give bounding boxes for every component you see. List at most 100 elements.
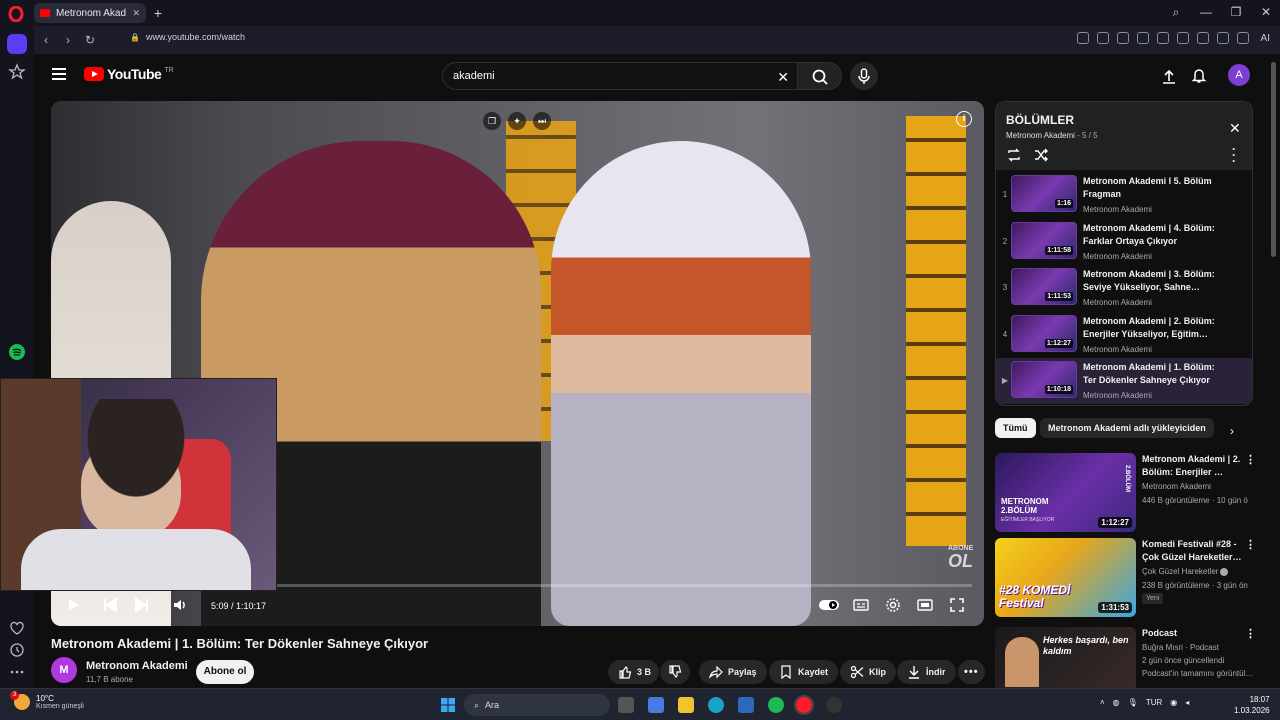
wifi-icon[interactable]: ◉ (1170, 698, 1177, 707)
playlist-item[interactable]: 4 1:12:27 Metronom Akademi | 2. Bölüm: Ene… (996, 312, 1252, 358)
aria-ai-button[interactable]: AI (1257, 33, 1270, 44)
widgets-icon[interactable] (648, 697, 664, 713)
notifications-bell-icon[interactable] (1190, 66, 1208, 84)
play-icon[interactable] (1136, 32, 1149, 44)
voice-search-button[interactable] (850, 62, 878, 90)
search-button[interactable] (798, 62, 842, 90)
like-button[interactable]: 3 B (608, 660, 660, 684)
reload-icon[interactable]: ↻ (82, 32, 98, 48)
download-button[interactable]: İndir (897, 660, 956, 684)
star-icon[interactable] (7, 62, 27, 82)
volume-icon[interactable] (172, 597, 188, 613)
play-icon[interactable] (65, 597, 81, 613)
download-icon[interactable] (1176, 32, 1189, 44)
playlist-item-thumbnail[interactable]: 1:11:58 (1011, 221, 1077, 259)
recommendation-thumbnail[interactable]: #28 KOMEDİ Festival 1:31:53 (995, 538, 1136, 617)
channel-name[interactable]: Metronom Akademi (86, 660, 188, 672)
recommendation-more-icon[interactable]: ⋮ (1245, 627, 1255, 640)
next-icon[interactable] (134, 597, 150, 613)
miniplayer-icon[interactable]: ❐ (483, 112, 501, 130)
url-field[interactable]: 🔒 www.youtube.com/watch (130, 32, 245, 42)
recommendation-title[interactable]: Podcast (1142, 627, 1242, 640)
settings-gear-icon[interactable] (885, 597, 901, 613)
ask-ai-icon[interactable]: ✦ (508, 112, 526, 130)
store-icon[interactable] (738, 697, 754, 713)
recommendation-more-icon[interactable]: ⋮ (1245, 453, 1256, 466)
recommendation-item[interactable]: Herkes başardı, ben kaldım Podcast Buğra… (995, 627, 1255, 688)
close-window-icon[interactable]: ✕ (1258, 4, 1274, 20)
playlist-item-thumbnail[interactable]: 1:16 (1011, 175, 1077, 212)
playlist-item-title[interactable]: Metronom Akademi l 5. Bölüm Fragman (1083, 175, 1223, 201)
playlist-item-thumbnail[interactable]: 1:12:27 (1011, 314, 1077, 352)
minimize-icon[interactable]: — (1198, 4, 1214, 20)
info-icon[interactable]: i (956, 111, 972, 127)
fullscreen-icon[interactable] (949, 597, 965, 613)
tray-chevron-icon[interactable]: ˄ (1100, 698, 1105, 707)
dislike-button[interactable] (660, 660, 690, 684)
playlist-item-title[interactable]: Metronom Akademi | 1. Bölüm: Ter Dökenle… (1083, 361, 1223, 387)
opera-logo-icon[interactable] (8, 6, 24, 22)
save-button[interactable]: Kaydet (769, 660, 839, 684)
chip-uploader[interactable]: Metronom Akademi adlı yükleyiciden (1040, 418, 1214, 438)
playlist-item-thumbnail[interactable]: 1:10:18 (1011, 361, 1077, 398)
file-explorer-icon[interactable] (678, 697, 694, 713)
menu-icon[interactable] (1196, 32, 1209, 44)
history-icon[interactable] (7, 640, 27, 660)
clip-button[interactable]: Klip (840, 660, 896, 684)
previous-icon[interactable] (102, 597, 118, 613)
recommendation-item[interactable]: #28 KOMEDİ Festival 1:31:53 Komedi Festi… (995, 538, 1256, 620)
more-sidebar-icon[interactable] (7, 662, 27, 682)
search-tabs-icon[interactable]: ⌕ (1168, 4, 1184, 20)
playlist-item-title[interactable]: Metronom Akademi | 4. Bölüm: Farklar Ort… (1083, 222, 1223, 248)
extensions-icon[interactable] (1236, 32, 1249, 44)
chip-all[interactable]: Tümü (995, 418, 1036, 438)
youtube-logo[interactable]: YouTube TR (84, 66, 174, 82)
channel-avatar[interactable]: M (51, 657, 77, 683)
shield-icon[interactable] (1116, 32, 1129, 44)
recommendation-channel[interactable]: Çok Güzel Hareketler (1142, 567, 1229, 576)
more-actions-button[interactable]: ••• (958, 660, 985, 684)
subscribe-watermark[interactable]: ABONE OL (948, 545, 973, 570)
home-icon[interactable] (7, 34, 27, 54)
recommendation-extra[interactable]: Podcast'in tamamını görüntül… (1142, 669, 1254, 678)
close-playlist-icon[interactable]: ✕ (1229, 120, 1241, 137)
playlist-item-thumbnail[interactable]: 1:11:53 (1011, 268, 1077, 305)
shuffle-icon[interactable] (1033, 147, 1049, 163)
playlist-item[interactable]: ▶ 1:10:18 Metronom Akademi | 1. Bölüm: Ter… (996, 358, 1252, 404)
recommendation-channel[interactable]: Buğra Mısri · Podcast (1142, 643, 1219, 652)
browser-tab-active[interactable]: Metronom Akademi | 1. B ✕ (34, 3, 146, 23)
subscribe-button[interactable]: Abone ol (196, 660, 254, 684)
recommendation-more-icon[interactable]: ⋮ (1245, 538, 1256, 551)
hamburger-menu-icon[interactable] (52, 68, 66, 80)
speaker-icon[interactable]: ◂ (1185, 698, 1189, 707)
network-icon[interactable]: ◍ (1113, 698, 1120, 707)
taskbar-clock[interactable]: 18:07 1.03.2026 (1234, 694, 1270, 716)
recommendation-title[interactable]: Metronom Akademi | 2. Bölüm: Enerjiler … (1142, 453, 1242, 479)
profile-icon[interactable] (1216, 32, 1229, 44)
maximize-icon[interactable]: ❐ (1228, 4, 1244, 20)
new-tab-icon[interactable]: + (150, 5, 166, 21)
recommendation-item[interactable]: METRONOM 2.BÖLÜM EĞİTİMLER BAŞLIYOR 2.BÖ… (995, 453, 1256, 535)
playlist-item[interactable]: 1 1:16 Metronom Akademi l 5. Bölüm Fragman… (996, 172, 1252, 218)
clear-search-icon[interactable]: ✕ (777, 69, 789, 86)
taskbar-search[interactable]: ⌕ Ara (464, 694, 610, 716)
recommendation-thumbnail[interactable]: Herkes başardı, ben kaldım (995, 627, 1136, 688)
back-icon[interactable]: ‹ (38, 32, 54, 48)
tab-close-icon[interactable]: ✕ (132, 8, 140, 19)
weather-widget[interactable]: 10°C Kısmen güneşli (10, 691, 84, 710)
forward-icon[interactable]: › (60, 32, 76, 48)
playlist-item[interactable]: 3 1:11:53 Metronom Akademi | 3. Bölüm: Sev… (996, 265, 1252, 311)
playlist-more-icon[interactable]: · · · (1232, 143, 1236, 167)
playlist-channel[interactable]: Metronom Akademi (1006, 131, 1075, 140)
heart-sidebar-icon[interactable] (7, 618, 27, 638)
playlist-item-title[interactable]: Metronom Akademi | 2. Bölüm: Enerjiler Y… (1083, 315, 1223, 341)
edge-icon[interactable] (708, 697, 724, 713)
heart-icon[interactable] (1156, 32, 1169, 44)
autoplay-toggle-icon[interactable] (818, 597, 840, 613)
loop-icon[interactable] (1006, 147, 1022, 163)
recommendation-channel[interactable]: Metronom Akademi (1142, 482, 1211, 491)
search-input[interactable]: akademi ✕ (442, 62, 798, 90)
task-view-icon[interactable] (618, 697, 634, 713)
chips-next-icon[interactable]: › (1230, 424, 1234, 438)
windows-start-icon[interactable] (440, 697, 456, 713)
